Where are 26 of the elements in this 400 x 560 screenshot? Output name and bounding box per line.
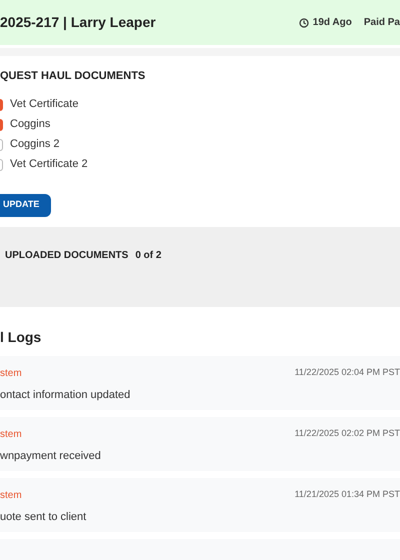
document-label: Coggins 2: [10, 137, 60, 152]
clock-icon: [298, 18, 309, 28]
update-button[interactable]: UPDATE: [0, 194, 51, 216]
uploaded-title: UPLOADED DOCUMENTS: [5, 249, 128, 263]
section-title: QUEST HAUL DOCUMENTS: [0, 69, 146, 84]
checkbox[interactable]: [0, 118, 3, 130]
page-title: 2025-217 | Larry Leaper: [0, 13, 156, 32]
document-label: Coggins: [10, 117, 50, 132]
logs-title: l Logs: [0, 328, 42, 347]
checkbox[interactable]: [0, 158, 3, 170]
checkbox[interactable]: [0, 98, 3, 110]
log-message: ontact information updated: [0, 388, 132, 402]
log-time: 11/22/2025 02:02 PM PST: [294, 427, 400, 440]
log-author: stem: [0, 428, 22, 442]
log-time: 11/22/2025 02:04 PM PST: [294, 366, 400, 380]
log-message: wnpayment received: [0, 448, 102, 464]
uploaded-count: 0 of 2: [135, 249, 162, 263]
log-time: 11/21/2025 01:34 PM PST: [294, 488, 400, 502]
checkbox[interactable]: [0, 138, 3, 150]
log-author: stem: [0, 488, 22, 502]
log-message: uote sent to client: [0, 510, 88, 524]
age-text: 19d Ago: [312, 16, 352, 30]
document-label: Vet Certificate 2: [10, 157, 88, 172]
log-author: stem: [0, 366, 22, 380]
document-label: Vet Certificate: [10, 97, 78, 112]
status-text: Paid Pa: [364, 16, 400, 30]
